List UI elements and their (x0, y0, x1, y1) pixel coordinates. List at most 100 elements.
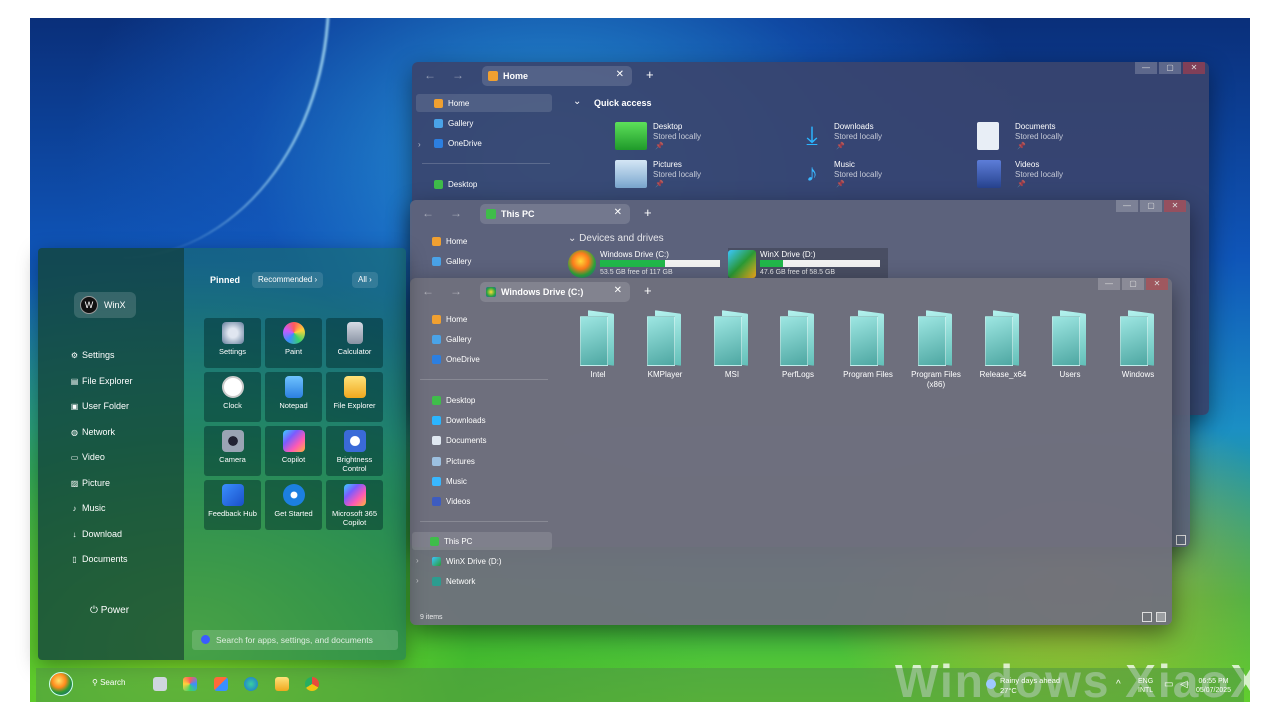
chevron-up-icon[interactable]: ^ (1116, 679, 1121, 690)
sidebar-item-this-pc[interactable]: This PC (412, 532, 552, 550)
sidebar-item-home[interactable]: Home (414, 310, 550, 328)
pinned-tile-paint[interactable]: Paint (265, 318, 322, 368)
quick-access-item[interactable]: Desktop Stored locally 📌 (615, 122, 815, 158)
quick-access-item[interactable]: ♪ Music Stored locally 📌 (796, 160, 996, 196)
chevron-down-icon[interactable]: ⌄ (573, 96, 581, 107)
widgets-icon[interactable] (183, 677, 197, 691)
pinned-tile-calculator[interactable]: Calculator (326, 318, 383, 368)
chrome-icon[interactable] (305, 677, 319, 691)
weather-widget[interactable]: Rainy days ahead 27°C (986, 676, 1060, 696)
forward-icon[interactable]: → (450, 68, 466, 84)
start-link-settings[interactable]: ⚙ Settings (70, 350, 115, 360)
maximize-button[interactable]: ▢ (1122, 278, 1144, 290)
pinned-tile-settings[interactable]: Settings (204, 318, 261, 368)
sidebar-item-home[interactable]: Home (414, 232, 550, 250)
folder-item[interactable]: Users (1040, 310, 1100, 390)
view-toggle-icon[interactable] (1176, 535, 1186, 545)
minimize-button[interactable]: — (1098, 278, 1120, 290)
close-tab-icon[interactable]: ✕ (616, 69, 624, 80)
close-button[interactable]: ✕ (1164, 200, 1186, 212)
sidebar-item-downloads[interactable]: Downloads (414, 411, 550, 429)
clock[interactable]: 06:55 PM 05/07/2025 (1196, 677, 1231, 695)
close-tab-icon[interactable]: ✕ (614, 285, 622, 296)
language-indicator[interactable]: ENG INTL (1138, 677, 1153, 695)
folder-item[interactable]: KMPlayer (635, 310, 695, 390)
quick-access-item[interactable]: Videos Stored locally 📌 (977, 160, 1177, 196)
start-link-file-explorer[interactable]: ▤ File Explorer (70, 376, 133, 386)
maximize-button[interactable]: ▢ (1159, 62, 1181, 74)
all-apps-button[interactable]: All › (352, 272, 378, 288)
sidebar-item-pictures[interactable]: Pictures (414, 452, 550, 470)
drive-item[interactable]: WinX Drive (D:) 47.6 GB free of 58.5 GB (728, 248, 888, 278)
sidebar-item-desktop[interactable]: Desktop (414, 391, 550, 409)
pinned-tile-brightness[interactable]: Brightness Control (326, 426, 383, 476)
sidebar-item-network[interactable]: Network (414, 572, 550, 590)
start-link-music[interactable]: ♪ Music (70, 503, 106, 513)
folder-item[interactable]: Windows (1108, 310, 1168, 390)
quick-access-item[interactable]: Pictures Stored locally 📌 (615, 160, 815, 196)
back-icon[interactable]: ← (420, 284, 436, 300)
folder-item[interactable]: Program Files (x86) (906, 310, 966, 390)
start-link-network[interactable]: ◍ Network (70, 427, 115, 437)
sidebar-item-desktop[interactable]: Desktop (416, 175, 552, 193)
sidebar-item-documents[interactable]: Documents (414, 431, 550, 449)
drive-item[interactable]: Windows Drive (C:) 53.5 GB free of 117 G… (568, 248, 728, 278)
new-tab-button[interactable]: + (646, 67, 654, 82)
folder-item[interactable]: Program Files (838, 310, 898, 390)
edge-icon[interactable] (244, 677, 258, 691)
power-button[interactable]: ⏻ Power (90, 605, 129, 616)
pinned-tile-m365-copilot[interactable]: Microsoft 365 Copilot (326, 480, 383, 530)
tab-windows-drive[interactable]: Windows Drive (C:) ✕ (480, 282, 630, 302)
file-explorer-icon[interactable] (275, 677, 289, 691)
new-tab-button[interactable]: + (644, 205, 652, 220)
start-link-picture[interactable]: ▨ Picture (70, 478, 110, 488)
quick-access-item[interactable]: ⤓ Downloads Stored locally 📌 (796, 122, 996, 158)
sidebar-item-gallery[interactable]: Gallery (414, 252, 550, 270)
recommended-button[interactable]: Recommended › (252, 272, 324, 288)
tab-this-pc[interactable]: This PC ✕ (480, 204, 630, 224)
minimize-button[interactable]: — (1135, 62, 1157, 74)
volume-icon[interactable]: ◁ (1180, 679, 1188, 690)
sidebar-item-gallery[interactable]: Gallery (414, 330, 550, 348)
sidebar-item-onedrive[interactable]: OneDrive (416, 134, 552, 152)
pinned-tile-copilot[interactable]: Copilot (265, 426, 322, 476)
back-icon[interactable]: ← (422, 68, 438, 84)
close-button[interactable]: ✕ (1183, 62, 1205, 74)
sidebar-item-onedrive[interactable]: OneDrive (414, 350, 550, 368)
tiles-view-icon[interactable] (1156, 612, 1166, 622)
start-link-download[interactable]: ↓ Download (70, 529, 123, 539)
close-tab-icon[interactable]: ✕ (614, 207, 622, 218)
sidebar-item-music[interactable]: Music (414, 472, 550, 490)
pinned-tile-feedback-hub[interactable]: Feedback Hub (204, 480, 261, 530)
pinned-tile-get-started[interactable]: Get Started (265, 480, 322, 530)
start-orb-button[interactable] (49, 672, 73, 696)
store-icon[interactable] (214, 677, 228, 691)
tab-home[interactable]: Home ✕ (482, 66, 632, 86)
network-icon[interactable]: ▭ (1164, 679, 1173, 690)
sidebar-item-gallery[interactable]: Gallery (416, 114, 552, 132)
maximize-button[interactable]: ▢ (1140, 200, 1162, 212)
start-search-input[interactable]: Search for apps, settings, and documents (192, 630, 398, 650)
forward-icon[interactable]: → (448, 206, 464, 222)
sidebar-item-home[interactable]: Home (416, 94, 552, 112)
start-link-documents[interactable]: ▯ Documents (70, 554, 127, 564)
forward-icon[interactable]: → (448, 284, 464, 300)
user-account-button[interactable]: W WinX (74, 292, 136, 318)
pinned-tile-camera[interactable]: Camera (204, 426, 261, 476)
minimize-button[interactable]: — (1116, 200, 1138, 212)
quick-access-item[interactable]: Documents Stored locally 📌 (977, 122, 1177, 158)
start-link-video[interactable]: ▭ Video (70, 452, 105, 462)
folder-item[interactable]: PerfLogs (768, 310, 828, 390)
pinned-tile-file-explorer[interactable]: File Explorer (326, 372, 383, 422)
pinned-tile-notepad[interactable]: Notepad (265, 372, 322, 422)
start-link-user-folder[interactable]: ▣ User Folder (70, 401, 129, 411)
task-view-icon[interactable] (153, 677, 167, 691)
new-tab-button[interactable]: + (644, 283, 652, 298)
taskbar-search-button[interactable]: ⚲ Search (92, 678, 125, 687)
close-button[interactable]: ✕ (1146, 278, 1168, 290)
details-view-icon[interactable] (1142, 612, 1152, 622)
back-icon[interactable]: ← (420, 206, 436, 222)
pinned-tile-clock[interactable]: Clock (204, 372, 261, 422)
folder-item[interactable]: Intel (568, 310, 628, 390)
folder-item[interactable]: MSI (702, 310, 762, 390)
